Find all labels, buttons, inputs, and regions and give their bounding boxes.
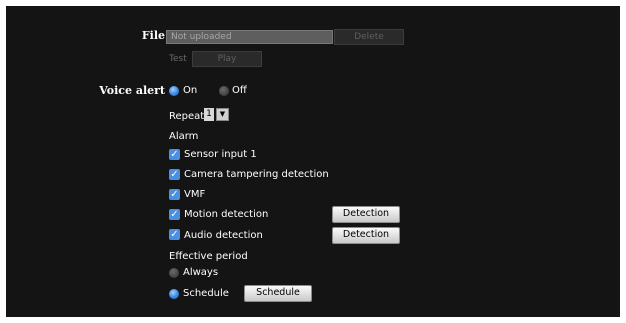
voice-alert-on-radio[interactable] bbox=[169, 86, 179, 96]
file-name-field: Not uploaded bbox=[166, 30, 333, 44]
motion-detection-button[interactable]: Detection bbox=[332, 206, 400, 223]
sensor-input-label: Sensor input 1 bbox=[184, 149, 257, 160]
voice-alert-label: Voice alert bbox=[99, 84, 165, 97]
audio-detection-label: Audio detection bbox=[184, 230, 263, 241]
audio-detection-checkbox[interactable]: ✓ bbox=[169, 229, 180, 240]
voice-alert-settings-panel: File Not uploaded Delete Test Play Voice… bbox=[6, 6, 620, 317]
motion-detection-label: Motion detection bbox=[184, 209, 269, 220]
test-label: Test bbox=[169, 54, 187, 64]
camera-tampering-checkbox[interactable]: ✓ bbox=[169, 169, 180, 180]
camera-tampering-label: Camera tampering detection bbox=[184, 169, 329, 180]
sensor-input-checkbox[interactable]: ✓ bbox=[169, 149, 180, 160]
repeat-select-value[interactable]: 1 bbox=[204, 108, 214, 121]
repeat-label: Repeat bbox=[169, 111, 205, 122]
motion-detection-checkbox[interactable]: ✓ bbox=[169, 209, 180, 220]
audio-detection-button[interactable]: Detection bbox=[332, 227, 400, 244]
vmf-checkbox[interactable]: ✓ bbox=[169, 189, 180, 200]
play-button[interactable]: Play bbox=[192, 51, 262, 67]
alarm-label: Alarm bbox=[169, 131, 199, 142]
file-label: File bbox=[141, 29, 165, 42]
schedule-radio[interactable] bbox=[169, 289, 179, 299]
delete-button[interactable]: Delete bbox=[334, 29, 404, 45]
schedule-label: Schedule bbox=[183, 288, 229, 299]
always-label: Always bbox=[183, 267, 219, 278]
voice-alert-on-label: On bbox=[183, 85, 198, 96]
voice-alert-off-radio[interactable] bbox=[219, 86, 229, 96]
vmf-label: VMF bbox=[184, 189, 206, 200]
always-radio[interactable] bbox=[169, 268, 179, 278]
schedule-button[interactable]: Schedule bbox=[244, 285, 312, 302]
voice-alert-off-label: Off bbox=[232, 85, 247, 96]
chevron-down-icon[interactable]: ▼ bbox=[216, 108, 229, 121]
effective-period-label: Effective period bbox=[169, 251, 248, 262]
